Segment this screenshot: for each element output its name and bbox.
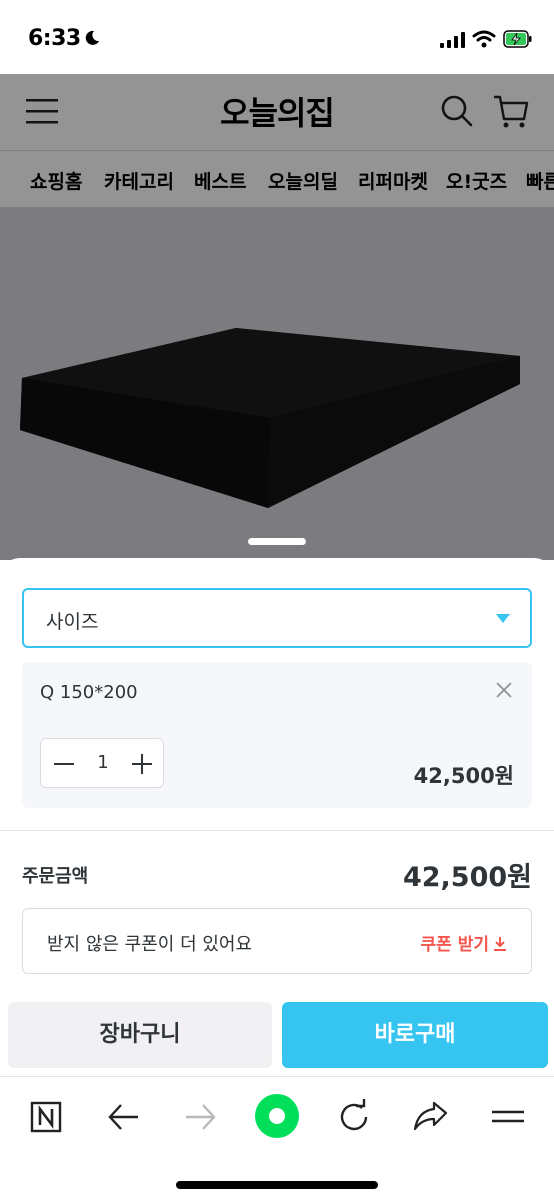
option-name: Q 150*200 (40, 682, 138, 703)
home-indicator (176, 1181, 378, 1189)
modal-overlay[interactable] (0, 74, 554, 560)
buy-now-button[interactable]: 바로구매 (282, 1002, 548, 1068)
share-icon[interactable] (410, 1097, 450, 1137)
selected-option-card: Q 150*200 1 42,500원 (22, 662, 532, 808)
browser-toolbar (0, 1076, 554, 1200)
option-price: 42,500원 (413, 764, 514, 788)
status-time: 6:33 (28, 26, 81, 51)
sheet-drag-handle[interactable] (248, 538, 306, 545)
wifi-icon (472, 30, 496, 48)
battery-charging-icon (503, 30, 532, 48)
back-arrow-icon[interactable] (104, 1097, 144, 1137)
naver-home-icon[interactable] (26, 1097, 66, 1137)
total-label: 주문금액 (22, 866, 89, 887)
coupon-banner[interactable]: 받지 않은 쿠폰이 더 있어요 쿠폰 받기 (22, 908, 532, 974)
minus-icon[interactable] (51, 751, 77, 777)
download-icon (494, 937, 506, 951)
status-bar: 6:33 (0, 0, 554, 74)
get-coupon-button[interactable]: 쿠폰 받기 (421, 930, 507, 955)
quantity-value[interactable]: 1 (83, 752, 123, 773)
get-coupon-label: 쿠폰 받기 (420, 935, 489, 955)
menu-icon[interactable] (488, 1097, 528, 1137)
forward-arrow-icon[interactable] (180, 1097, 220, 1137)
close-icon[interactable] (494, 680, 514, 700)
add-to-cart-button[interactable]: 장바구니 (8, 1002, 272, 1068)
purchase-bottom-sheet: 사이즈 Q 150*200 1 42,500원 주문금액 42,500원 받지 … (0, 558, 554, 1078)
plus-icon[interactable] (129, 751, 155, 777)
green-dot-icon[interactable] (254, 1093, 300, 1139)
coupon-message: 받지 않은 쿠폰이 더 있어요 (47, 934, 253, 955)
moon-icon (85, 30, 99, 45)
size-select[interactable]: 사이즈 (22, 588, 532, 648)
cellular-signal-icon (440, 32, 465, 48)
quantity-stepper: 1 (40, 738, 164, 788)
divider (0, 830, 554, 831)
refresh-icon[interactable] (334, 1097, 374, 1137)
size-select-label: 사이즈 (46, 611, 99, 633)
chevron-down-icon (496, 614, 510, 623)
total-price: 42,500원 (402, 862, 532, 893)
